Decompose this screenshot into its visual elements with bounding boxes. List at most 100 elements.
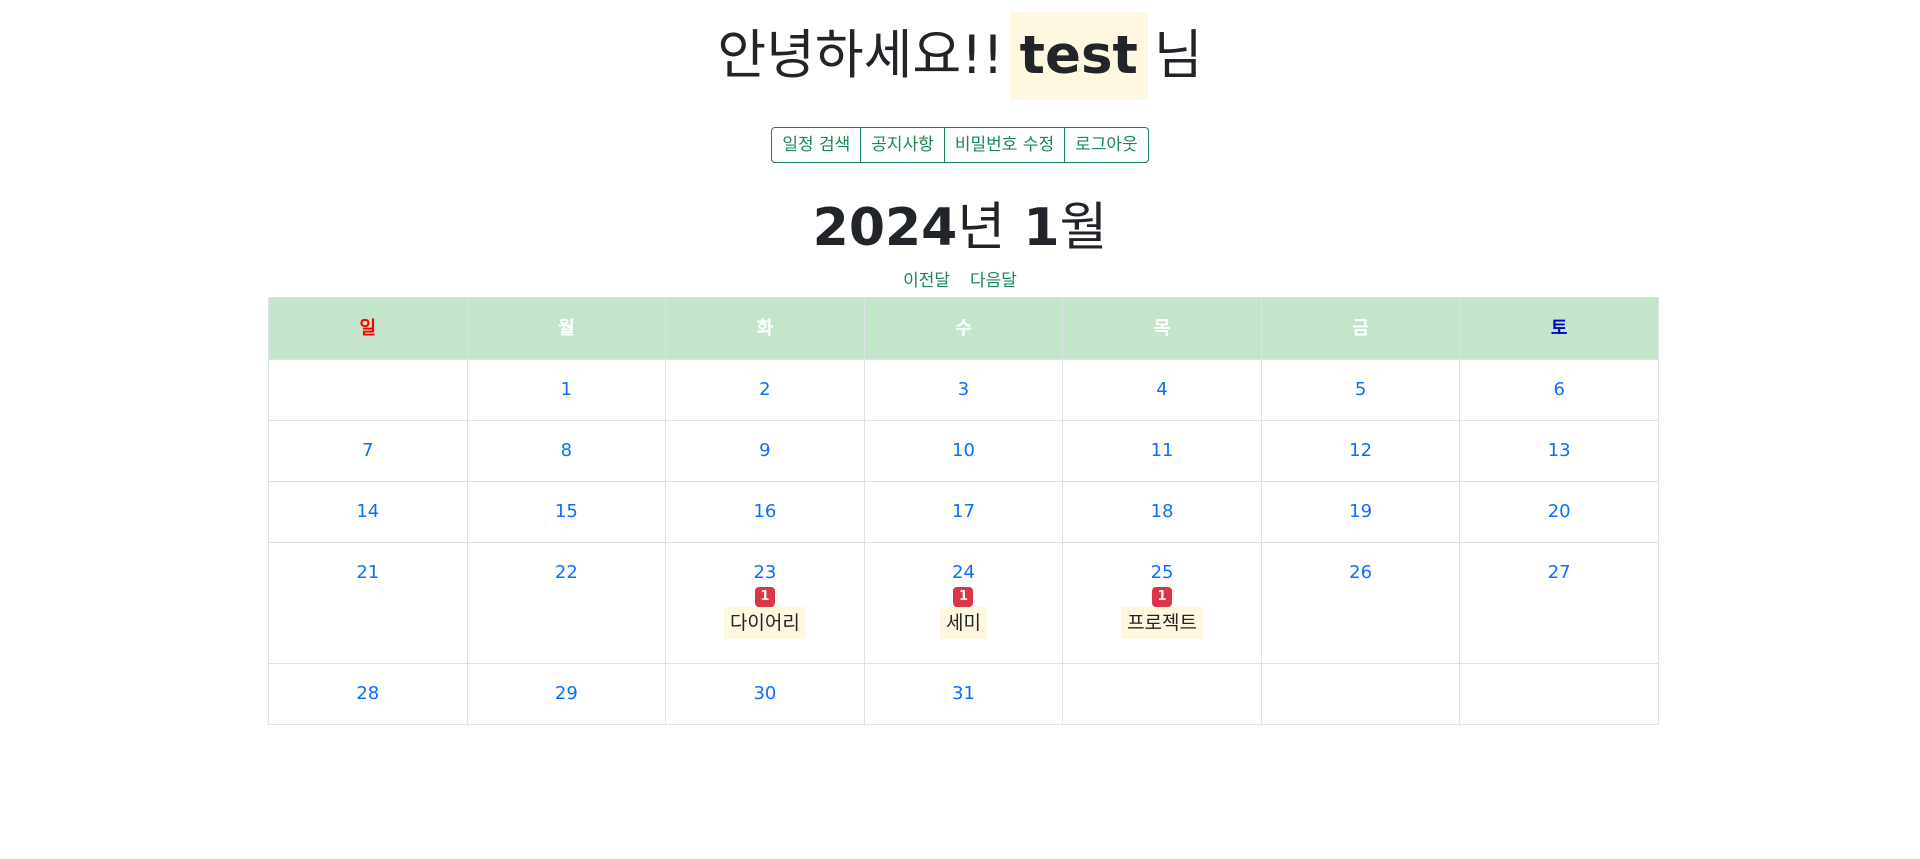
day-cell[interactable]: 26	[1260, 542, 1461, 664]
day-cell[interactable]: 13	[1459, 420, 1659, 482]
event-count-badge: 1	[1152, 587, 1173, 607]
day-number-link[interactable]: 13	[1460, 441, 1658, 461]
day-cell[interactable]: 10	[863, 420, 1064, 482]
schedule-search-button[interactable]: 일정 검색	[771, 127, 862, 163]
username: test	[1009, 12, 1148, 100]
day-number-link[interactable]: 4	[1063, 380, 1261, 400]
prev-month-link[interactable]: 이전달	[903, 271, 950, 291]
day-cell[interactable]: 11	[1062, 420, 1262, 482]
day-number-link[interactable]: 24	[865, 563, 1063, 583]
day-number-link[interactable]: 29	[468, 684, 666, 704]
day-cell[interactable]: 19	[1260, 481, 1461, 543]
week-row: 14 15 16 17 18 19 20	[268, 481, 1659, 543]
day-number-link[interactable]: 26	[1262, 563, 1460, 583]
event-item[interactable]: 프로젝트	[1121, 607, 1203, 639]
day-number-link[interactable]: 27	[1460, 563, 1658, 583]
day-cell[interactable]: 7	[268, 420, 468, 482]
day-number-link[interactable]: 31	[865, 684, 1063, 704]
day-cell[interactable]: 5	[1260, 359, 1461, 421]
day-number-link[interactable]: 20	[1460, 502, 1658, 522]
day-cell[interactable]: 12	[1260, 420, 1461, 482]
weekday-wednesday: 수	[863, 297, 1064, 360]
day-number-link[interactable]: 11	[1063, 441, 1261, 461]
notice-button[interactable]: 공지사항	[860, 127, 945, 163]
day-number-link[interactable]: 28	[269, 684, 467, 704]
day-cell	[1260, 663, 1461, 725]
weekday-sunday: 일	[268, 297, 468, 360]
day-cell[interactable]: 18	[1062, 481, 1262, 543]
event-item[interactable]: 다이어리	[723, 607, 806, 639]
day-cell[interactable]: 28	[268, 663, 468, 725]
day-cell[interactable]: 22	[466, 542, 667, 664]
day-cell[interactable]: 27	[1459, 542, 1659, 664]
day-cell[interactable]: 25 1 프로젝트	[1062, 542, 1262, 664]
weekday-header-row: 일 월 화 수 목 금 토	[268, 297, 1659, 360]
month-navigation: 이전달 다음달	[0, 268, 1920, 294]
day-number-link[interactable]: 25	[1063, 563, 1261, 583]
year-unit: 년	[957, 198, 1006, 258]
day-cell[interactable]: 6	[1459, 359, 1659, 421]
day-cell[interactable]: 30	[665, 663, 865, 725]
day-number-link[interactable]: 12	[1262, 441, 1460, 461]
day-number-link[interactable]: 16	[666, 502, 864, 522]
weekday-monday: 월	[466, 297, 667, 360]
day-cell[interactable]: 8	[466, 420, 667, 482]
next-month-link[interactable]: 다음달	[970, 271, 1017, 291]
calendar-body: 1 2 3 4 5 6 7 8 9 10 11 12 13 14 15 16 17 18 19 20 21 22 23 1 다이…	[268, 359, 1659, 725]
month-title: 2024년 1월	[0, 193, 1920, 263]
day-cell	[1459, 663, 1659, 725]
event-count-badge: 1	[953, 587, 974, 607]
day-cell[interactable]: 21	[268, 542, 468, 664]
day-cell[interactable]: 24 1 세미	[863, 542, 1064, 664]
day-number-link[interactable]: 9	[666, 441, 864, 461]
week-row: 123456	[268, 359, 1659, 421]
day-number-link[interactable]: 17	[865, 502, 1063, 522]
day-number-link[interactable]: 7	[269, 441, 467, 461]
weekday-tuesday: 화	[665, 297, 865, 360]
day-cell[interactable]: 16	[665, 481, 865, 543]
day-cell[interactable]: 1	[466, 359, 667, 421]
day-cell[interactable]: 20	[1459, 481, 1659, 543]
day-cell[interactable]: 9	[665, 420, 865, 482]
day-cell[interactable]: 29	[466, 663, 667, 725]
day-cell	[268, 359, 468, 421]
change-password-button[interactable]: 비밀번호 수정	[943, 127, 1066, 163]
day-number-link[interactable]: 1	[468, 380, 666, 400]
greeting-prefix: 안녕하세요!!	[717, 25, 1004, 86]
top-nav-button-group: 일정 검색 공지사항 비밀번호 수정 로그아웃	[0, 127, 1920, 163]
day-number-link[interactable]: 8	[468, 441, 666, 461]
day-number-link[interactable]: 23	[666, 563, 864, 583]
day-cell[interactable]: 31	[863, 663, 1064, 725]
greeting-suffix: 님	[1153, 25, 1203, 86]
day-cell[interactable]: 14	[268, 481, 468, 543]
week-row: 7 8 9 10 11 12 13	[268, 420, 1659, 482]
day-number-link[interactable]: 10	[865, 441, 1063, 461]
week-row: 21 22 23 1 다이어리 24 1 세미 25 1 프로젝트 26 27	[268, 542, 1659, 664]
day-number-link[interactable]: 22	[468, 563, 666, 583]
day-number-link[interactable]: 14	[269, 502, 467, 522]
day-cell[interactable]: 3	[863, 359, 1064, 421]
day-cell[interactable]: 17	[863, 481, 1064, 543]
event-item[interactable]: 세미	[939, 607, 987, 639]
day-number-link[interactable]: 3	[865, 380, 1063, 400]
day-number-link[interactable]: 5	[1262, 380, 1460, 400]
day-cell	[1062, 663, 1262, 725]
weekday-saturday: 토	[1459, 297, 1659, 360]
day-number-link[interactable]: 15	[468, 502, 666, 522]
day-cell[interactable]: 2	[665, 359, 865, 421]
day-cell[interactable]: 4	[1062, 359, 1262, 421]
week-row: 28 29 30 31	[268, 663, 1659, 725]
day-number-link[interactable]: 18	[1063, 502, 1261, 522]
calendar-table: 일 월 화 수 목 금 토 1 2 3 4 5 6 7 8 9 10 11 12 13 14 15 16 17 1…	[268, 297, 1659, 725]
day-number-link[interactable]: 19	[1262, 502, 1460, 522]
day-number-link[interactable]: 30	[666, 684, 864, 704]
day-cell[interactable]: 15	[466, 481, 667, 543]
year-value: 2024	[812, 198, 958, 258]
day-number-link[interactable]: 2	[666, 380, 864, 400]
event-count-badge: 1	[754, 587, 775, 607]
day-number-link[interactable]: 21	[269, 563, 467, 583]
logout-button[interactable]: 로그아웃	[1064, 127, 1149, 163]
greeting-heading: 안녕하세요!! test 님	[0, 12, 1920, 100]
day-cell[interactable]: 23 1 다이어리	[665, 542, 865, 664]
day-number-link[interactable]: 6	[1460, 380, 1658, 400]
